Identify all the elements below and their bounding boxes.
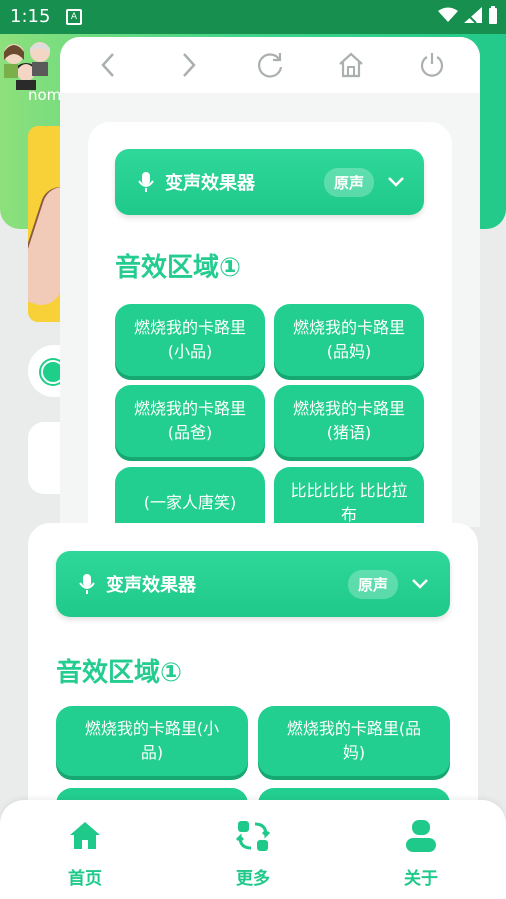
refresh-button[interactable]: [252, 47, 288, 83]
app-notification-icon: A: [66, 9, 82, 25]
mic-icon: [138, 172, 154, 192]
status-time: 1:15: [10, 6, 51, 27]
chevron-down-icon: [388, 177, 404, 187]
back-icon: [101, 53, 115, 77]
floating-window: 变声效果器 原声 音效区域① 燃烧我的卡路里 (小品) 燃烧我的卡路里 (品妈)…: [60, 37, 480, 527]
battery-icon: [489, 6, 497, 24]
wifi-icon: [438, 7, 458, 22]
sound-button[interactable]: 燃烧我的卡路里(品 妈): [258, 706, 450, 776]
nav-label: 关于: [404, 869, 438, 889]
nav-item-home[interactable]: 首页: [45, 818, 125, 889]
nav-label: 首页: [68, 869, 102, 889]
user-icon: [406, 820, 436, 852]
home-icon: [339, 52, 363, 78]
sound-button[interactable]: 燃烧我的卡路里 (猪语): [274, 385, 424, 457]
swap-icon: [235, 821, 271, 851]
home-icon: [70, 822, 100, 849]
sound-button[interactable]: 比比比比 比比拉 布: [274, 467, 424, 527]
forward-button[interactable]: [171, 47, 207, 83]
sound-button[interactable]: (一家人唐笑): [115, 467, 265, 527]
section-title: 音效区域①: [115, 253, 242, 283]
sound-button[interactable]: 燃烧我的卡路里 (小品): [115, 304, 265, 376]
current-effect-badge: 原声: [347, 569, 398, 599]
status-bar: 1:15 A: [0, 0, 506, 34]
nav-item-about[interactable]: 关于: [381, 818, 461, 889]
avatar[interactable]: [0, 36, 56, 90]
nav-item-more[interactable]: 更多: [213, 818, 293, 889]
back-button[interactable]: [90, 47, 126, 83]
forward-icon: [183, 53, 196, 77]
signal-icon: [464, 7, 482, 23]
sound-button[interactable]: 燃烧我的卡路里(小 品): [56, 706, 248, 776]
status-icons: [438, 6, 498, 24]
effect-selector[interactable]: 变声效果器 原声: [115, 149, 424, 215]
bottom-nav: 首页 更多 关于: [0, 800, 506, 899]
effect-selector-title: 变声效果器: [165, 173, 255, 194]
power-icon: [420, 53, 443, 77]
refresh-icon: [257, 53, 283, 78]
browser-toolbar: [60, 37, 480, 93]
effect-selector-title: 变声效果器: [106, 575, 196, 596]
section-title: 音效区域①: [56, 658, 183, 688]
mic-icon: [79, 574, 95, 594]
sound-button[interactable]: 燃烧我的卡路里 (品爸): [115, 385, 265, 457]
chevron-down-icon: [412, 579, 428, 589]
power-button[interactable]: [414, 47, 450, 83]
effect-selector[interactable]: 变声效果器 原声: [56, 551, 450, 617]
home-button[interactable]: [333, 47, 369, 83]
sound-button[interactable]: 燃烧我的卡路里 (品妈): [274, 304, 424, 376]
username: nom: [28, 86, 62, 104]
current-effect-badge: 原声: [323, 167, 374, 197]
nav-label: 更多: [236, 869, 270, 889]
